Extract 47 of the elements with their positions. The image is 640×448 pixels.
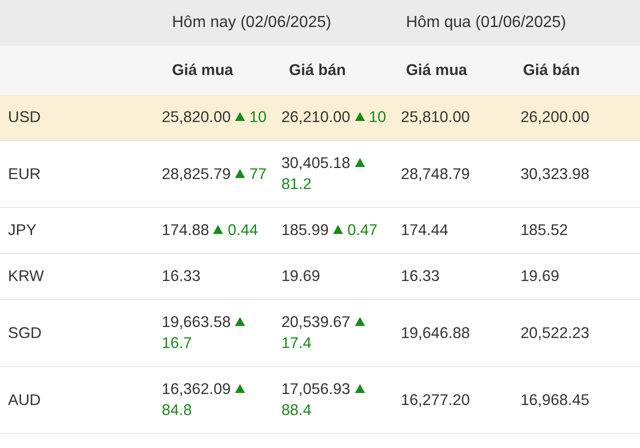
price-value: 28,825.79 [162,166,231,182]
price-value: 174.88 [162,222,210,239]
currency-code: AUD [8,392,41,408]
currency-code: EUR [8,166,41,182]
price-value: 19,663.58 [162,314,231,331]
price-value: 19,646.88 [400,324,470,342]
change-value: 10 [249,109,267,126]
price-value: 25,820.00 [162,109,231,126]
price-value: 30,405.18 [281,155,350,172]
period-label: Hôm qua (01/06/2025) [406,14,566,31]
change-value: 84.8 [162,402,192,419]
price-value: 174.44 [400,222,448,239]
period-label: Hôm nay (02/06/2025) [172,14,332,31]
price-value: 16,362.09 [162,381,231,398]
change-value: 10 [368,109,386,126]
column-label: Giá bán [523,62,580,79]
change-value: 88.4 [281,402,312,419]
currency-code: JPY [8,222,36,239]
change-value: 17.4 [281,335,312,352]
change-value: 0.44 [228,222,258,239]
change-value: 81.2 [281,176,312,193]
change-value: 77 [249,166,267,182]
price-value: 16.33 [400,268,440,285]
price-value: 30,323.98 [520,166,590,182]
price-value: 19.69 [520,268,560,285]
price-value: 26,200.00 [520,109,590,126]
price-value: 185.52 [520,222,568,239]
price-value: 20,522.23 [520,324,590,342]
column-label: Giá mua [172,62,234,79]
price-value: 16,968.45 [520,392,590,408]
price-value: 28,748.79 [400,166,470,182]
price-value: 20,539.67 [281,314,350,331]
price-value: 185.99 [281,222,329,239]
column-label: Giá bán [289,62,346,79]
currency-row[interactable]: USD 25,820.00 10 26,210.00 10 25,810.00 26,200.00 [0,95,640,141]
currency-code: SGD [8,324,42,342]
price-value: 16,277.20 [400,392,470,408]
change-value: 0.47 [347,222,378,239]
currency-code: KRW [8,268,44,285]
currency-code: USD [8,109,41,126]
price-value: 25,810.00 [400,109,470,126]
column-label: Giá mua [406,62,468,79]
change-value: 16.7 [162,335,192,352]
price-value: 26,210.00 [281,109,350,126]
price-value: 19.69 [281,268,320,285]
price-value: 16.33 [162,268,201,285]
price-value: 17,056.93 [281,381,350,398]
